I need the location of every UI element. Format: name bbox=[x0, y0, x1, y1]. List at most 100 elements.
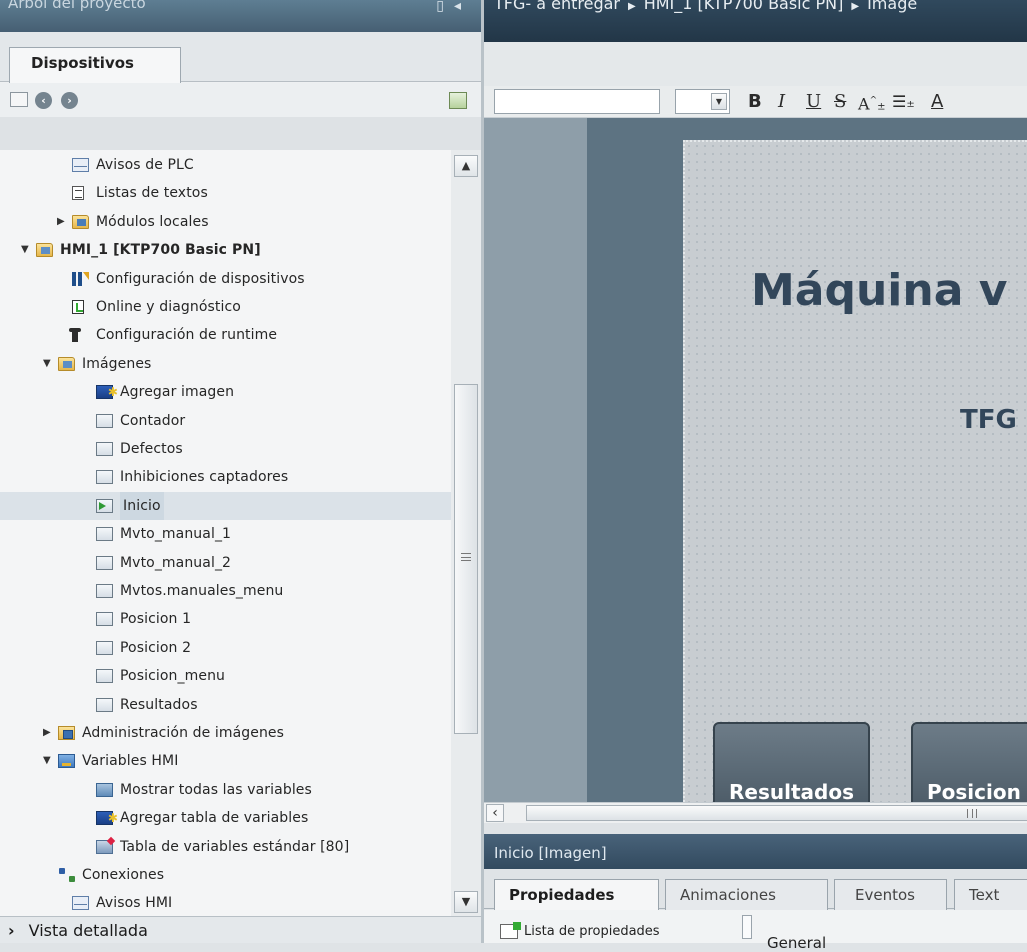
add-table-icon bbox=[96, 804, 118, 832]
detail-view-icon[interactable] bbox=[449, 92, 467, 109]
strikethrough-button[interactable]: S bbox=[834, 89, 846, 114]
tree-item[interactable]: Mvtos.manuales_menu bbox=[0, 577, 451, 605]
tree-item-label: Tabla de variables estándar [80] bbox=[120, 838, 350, 855]
tree-item[interactable]: ▼ Imágenes bbox=[0, 350, 451, 378]
folder-icon bbox=[58, 356, 75, 371]
property-scrollbar[interactable] bbox=[742, 915, 752, 939]
inspector-title: Inicio [Imagen] bbox=[494, 844, 607, 862]
tree-item[interactable]: Resultados bbox=[0, 691, 451, 719]
general-section-label[interactable]: General bbox=[767, 934, 826, 952]
tree-item[interactable]: Defectos bbox=[0, 435, 451, 463]
tree-item[interactable]: Agregar tabla de variables bbox=[0, 804, 451, 832]
tree-vertical-scrollbar[interactable]: ▲ ▼ bbox=[451, 150, 481, 916]
editor-panel: TFG- a entregar ▶ HMI_1 [KTP700 Basic PN] ▶… bbox=[484, 0, 1027, 952]
tree-item-label: Inicio bbox=[120, 491, 164, 520]
tree-item[interactable]: Agregar imagen bbox=[0, 378, 451, 406]
tree-item[interactable]: Configuración de dispositivos bbox=[0, 265, 451, 293]
tab-propiedades[interactable]: Propiedades bbox=[494, 879, 659, 911]
tree-item-label: Agregar imagen bbox=[120, 384, 235, 401]
back-arrow-icon[interactable]: ‹ bbox=[35, 92, 52, 109]
forward-arrow-icon[interactable]: › bbox=[61, 92, 78, 109]
posicion-button-label: Posicion bbox=[927, 780, 1021, 802]
project-tree-panel: Árbol del proyecto ▯◂ Dispositivos ‹ › A… bbox=[0, 0, 481, 943]
show-variables-icon bbox=[96, 782, 113, 797]
scroll-up-icon[interactable]: ▲ bbox=[454, 155, 478, 177]
chevron-right-icon: › bbox=[8, 921, 15, 940]
project-tree-title: Árbol del proyecto bbox=[8, 0, 146, 12]
font-size-up-button[interactable]: A^± bbox=[858, 89, 886, 114]
font-size-select[interactable]: ▼ bbox=[675, 89, 730, 114]
canvas-horizontal-scrollbar[interactable]: ‹ bbox=[484, 802, 1027, 823]
expand-arrow-right-icon[interactable]: ▶ bbox=[57, 208, 69, 236]
tree-item-label: Posicion_menu bbox=[120, 668, 226, 685]
editor-toolbar-strip bbox=[484, 42, 1027, 86]
tree-item[interactable]: Mvto_manual_1 bbox=[0, 520, 451, 548]
posicion-screen-button[interactable]: Posicion bbox=[911, 722, 1027, 802]
tree-item[interactable]: Posicion_menu bbox=[0, 662, 451, 690]
resultados-screen-button[interactable]: Resultados bbox=[713, 722, 870, 802]
tree-item-label: Administración de imágenes bbox=[82, 725, 285, 741]
underline-button[interactable]: U bbox=[806, 89, 821, 114]
font-size-up-label: A bbox=[858, 94, 870, 114]
chevron-down-icon[interactable]: ▼ bbox=[711, 93, 727, 110]
tree-item[interactable]: ▼ Variables HMI bbox=[0, 747, 451, 775]
device-config-icon bbox=[72, 271, 89, 286]
tree-item-label: Avisos HMI bbox=[96, 895, 173, 912]
tree-item[interactable]: ▶ Administración de imágenes bbox=[0, 719, 451, 747]
property-list-label[interactable]: Lista de propiedades bbox=[524, 924, 660, 939]
scroll-thumb[interactable] bbox=[454, 384, 478, 734]
expand-arrow-down-icon[interactable]: ▼ bbox=[43, 350, 55, 378]
tree-item[interactable]: Inicio bbox=[0, 491, 451, 520]
breadcrumb-item-project[interactable]: TFG- a entregar bbox=[494, 0, 620, 13]
tab-eventos[interactable]: Eventos bbox=[834, 879, 947, 910]
tree-item[interactable]: Mostrar todas las variables bbox=[0, 776, 451, 804]
new-window-icon[interactable] bbox=[10, 92, 28, 107]
screen-canvas[interactable]: Máquina v TFG Resultados Posicion bbox=[484, 118, 1027, 802]
breadcrumb-item-images[interactable]: Imáge bbox=[867, 0, 917, 13]
breadcrumb-item-hmi[interactable]: HMI_1 [KTP700 Basic PN] bbox=[644, 0, 844, 13]
tree-item[interactable]: ▶ Módulos locales bbox=[0, 208, 451, 236]
font-color-button[interactable]: A bbox=[931, 89, 943, 114]
tree-item[interactable]: Tabla de variables estándar [80] bbox=[0, 833, 451, 861]
canvas-margin bbox=[484, 118, 587, 802]
tree-item[interactable]: Avisos HMI bbox=[0, 889, 451, 916]
horizontal-scroll-thumb[interactable] bbox=[526, 805, 1027, 821]
tree-item[interactable]: ▼ HMI_1 [KTP700 Basic PN] bbox=[0, 236, 451, 264]
collapse-panel-icon[interactable]: ▯◂ bbox=[436, 0, 471, 14]
screen-title-text[interactable]: Máquina v bbox=[751, 265, 1007, 316]
screen-icon bbox=[96, 584, 113, 598]
tab-textos[interactable]: Text bbox=[954, 879, 1027, 910]
breadcrumb-separator-icon: ▶ bbox=[628, 1, 636, 12]
tree-item[interactable]: Posicion 2 bbox=[0, 634, 451, 662]
expand-arrow-down-icon[interactable]: ▼ bbox=[21, 236, 33, 264]
expand-arrow-down-icon[interactable]: ▼ bbox=[43, 747, 55, 775]
detail-view-bar[interactable]: › Vista detallada bbox=[0, 916, 481, 943]
italic-button[interactable]: I bbox=[778, 89, 785, 114]
tree-item[interactable]: Mvto_manual_2 bbox=[0, 549, 451, 577]
tree-item[interactable]: Avisos de PLC bbox=[0, 151, 451, 179]
tree-item[interactable]: Conexiones bbox=[0, 861, 451, 889]
hmi-screen[interactable]: Máquina v TFG Resultados Posicion bbox=[683, 140, 1027, 802]
property-list-icon[interactable] bbox=[500, 922, 521, 939]
tree-item-label: Inhibiciones captadores bbox=[120, 469, 289, 486]
tree-item-label: Posicion 1 bbox=[120, 611, 192, 628]
screen-icon bbox=[96, 442, 113, 456]
tab-animaciones[interactable]: Animaciones bbox=[665, 879, 828, 910]
bold-button[interactable]: B bbox=[748, 89, 762, 114]
folder-icon bbox=[72, 214, 89, 229]
tree-item[interactable]: Listas de textos bbox=[0, 179, 451, 207]
expand-arrow-right-icon[interactable]: ▶ bbox=[43, 719, 55, 747]
font-family-select[interactable] bbox=[494, 89, 660, 114]
scroll-down-icon[interactable]: ▼ bbox=[454, 891, 478, 913]
tab-dispositivos[interactable]: Dispositivos bbox=[9, 47, 181, 83]
align-text-button[interactable]: ☰± bbox=[892, 89, 915, 114]
runtime-config-icon bbox=[69, 328, 81, 343]
tree-item[interactable]: Configuración de runtime bbox=[0, 321, 451, 349]
tree-item[interactable]: Online y diagnóstico bbox=[0, 293, 451, 321]
tree-item[interactable]: Posicion 1 bbox=[0, 605, 451, 633]
screen-subtitle-text[interactable]: TFG bbox=[960, 405, 1017, 435]
tree-item[interactable]: Contador bbox=[0, 407, 451, 435]
tree-item-label: Listas de textos bbox=[96, 185, 208, 202]
tree-item[interactable]: Inhibiciones captadores bbox=[0, 463, 451, 491]
scroll-left-icon[interactable]: ‹ bbox=[486, 804, 504, 822]
